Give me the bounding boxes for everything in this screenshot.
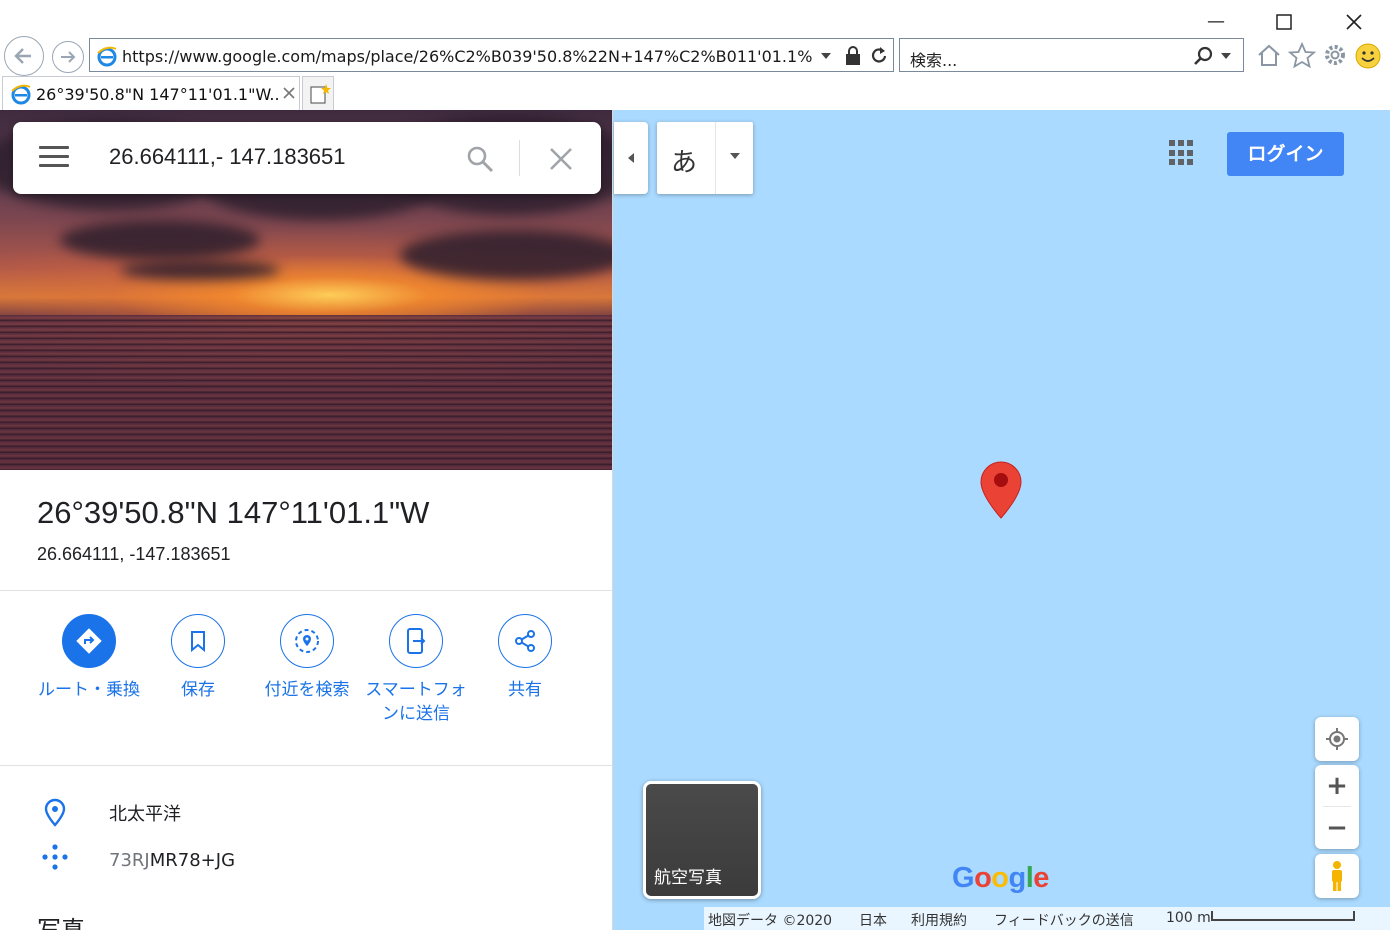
search-query[interactable]: 26.664111,- 147.183651 bbox=[109, 144, 346, 170]
scale-bar[interactable] bbox=[1211, 911, 1355, 921]
address-bar[interactable]: https://www.google.com/maps/place/26%C2%… bbox=[89, 38, 894, 72]
save-label: 保存 bbox=[181, 680, 215, 700]
nearby-button[interactable]: 付近を検索 bbox=[252, 614, 362, 702]
pegman-icon[interactable] bbox=[1315, 854, 1359, 898]
directions-button[interactable]: ルート・乗換 bbox=[34, 614, 144, 702]
address-url: https://www.google.com/maps/place/26%C2%… bbox=[122, 47, 812, 66]
nearby-label: 付近を検索 bbox=[264, 680, 350, 700]
ime-label: あ bbox=[671, 148, 698, 178]
send-to-phone-label: スマートフォンに送信 bbox=[365, 680, 467, 724]
back-button[interactable] bbox=[4, 36, 44, 76]
menu-icon[interactable] bbox=[39, 146, 69, 168]
divider bbox=[0, 590, 612, 591]
ie-icon bbox=[11, 84, 31, 105]
chevron-down-icon[interactable] bbox=[729, 152, 741, 160]
apps-grid-icon[interactable] bbox=[1169, 140, 1195, 166]
satellite-toggle[interactable]: 航空写真 bbox=[643, 781, 761, 899]
zoom-out-button[interactable]: − bbox=[1315, 807, 1359, 849]
directions-icon bbox=[62, 614, 116, 668]
share-icon bbox=[498, 614, 552, 668]
search-icon[interactable] bbox=[1192, 45, 1216, 67]
collapse-panel-button[interactable] bbox=[614, 122, 648, 194]
browser-tab[interactable]: 26°39'50.8"N 147°11'01.1"W... bbox=[2, 76, 300, 110]
plus-code: 73RJMR78+JG bbox=[109, 850, 235, 871]
plus-code-main: MR78+JG bbox=[149, 850, 236, 871]
maximize-icon[interactable] bbox=[1272, 10, 1296, 34]
chevron-down-icon[interactable] bbox=[820, 51, 832, 61]
gear-icon[interactable] bbox=[1322, 42, 1348, 68]
maps-search-box[interactable]: 26.664111,- 147.183651 bbox=[13, 122, 601, 194]
country-label[interactable]: 日本 bbox=[859, 910, 887, 930]
satellite-label: 航空写真 bbox=[654, 868, 722, 888]
tab-title: 26°39'50.8"N 147°11'01.1"W... bbox=[36, 85, 280, 104]
ie-icon bbox=[97, 46, 117, 67]
browser-search-placeholder: 検索... bbox=[910, 51, 958, 70]
nearby-icon bbox=[280, 614, 334, 668]
chevron-left-icon bbox=[628, 153, 634, 163]
place-panel: 26.664111,- 147.183651 26°39'50.8"N 147°… bbox=[0, 110, 613, 930]
share-label: 共有 bbox=[508, 680, 542, 700]
new-tab-button[interactable] bbox=[302, 76, 334, 110]
send-to-phone-button[interactable]: スマートフォンに送信 bbox=[361, 614, 471, 726]
chevron-down-icon[interactable] bbox=[1220, 51, 1232, 61]
zoom-control: + − bbox=[1315, 765, 1359, 849]
place-title: 26°39'50.8"N 147°11'01.1"W bbox=[37, 495, 430, 530]
minimize-icon[interactable]: — bbox=[1204, 10, 1228, 34]
new-tab-icon bbox=[310, 84, 331, 104]
my-location-icon bbox=[1326, 728, 1348, 750]
lock-icon bbox=[846, 46, 860, 65]
input-tools-button[interactable]: あ bbox=[657, 122, 753, 194]
location-pin-icon bbox=[44, 798, 66, 827]
tab-close-icon[interactable] bbox=[283, 87, 295, 99]
browser-search-input[interactable]: 検索... bbox=[899, 38, 1244, 72]
plus-code-row[interactable]: 73RJMR78+JG bbox=[0, 842, 612, 882]
close-icon[interactable] bbox=[1342, 10, 1366, 34]
directions-label: ルート・乗換 bbox=[38, 680, 140, 700]
zoom-in-button[interactable]: + bbox=[1315, 765, 1359, 807]
plus-code-prefix: 73RJ bbox=[109, 850, 150, 871]
smiley-icon[interactable] bbox=[1354, 42, 1382, 70]
searchbar-divider bbox=[519, 140, 520, 176]
map-data-credit[interactable]: 地図データ ©2020 bbox=[708, 910, 832, 930]
back-icon bbox=[14, 48, 31, 64]
forward-button[interactable] bbox=[52, 41, 84, 73]
star-icon[interactable] bbox=[1288, 42, 1316, 68]
map-canvas[interactable]: あ ログイン 航空写真 Google + − 地図データ ©2020 日本 利用… bbox=[613, 110, 1390, 930]
browser-chrome: — https://www.google.com/maps/place/26%C… bbox=[0, 0, 1390, 110]
share-button[interactable]: 共有 bbox=[470, 614, 580, 702]
google-logo: Google bbox=[952, 862, 1049, 894]
clear-search-icon[interactable] bbox=[548, 146, 574, 172]
send-to-phone-icon bbox=[389, 614, 443, 668]
feedback-link[interactable]: フィードバックの送信 bbox=[994, 910, 1134, 930]
search-icon[interactable] bbox=[465, 144, 495, 174]
my-location-button[interactable] bbox=[1315, 717, 1359, 761]
map-footer: 地図データ ©2020 日本 利用規約 フィードバックの送信 100 m bbox=[704, 907, 1390, 930]
forward-icon bbox=[61, 51, 76, 63]
map-pin-icon[interactable] bbox=[979, 460, 1023, 520]
place-decimal-coords: 26.664111, -147.183651 bbox=[37, 544, 231, 564]
save-button[interactable]: 保存 bbox=[143, 614, 253, 702]
photos-heading: 写真 bbox=[37, 916, 85, 930]
terms-link[interactable]: 利用規約 bbox=[911, 910, 967, 930]
plus-code-icon bbox=[42, 844, 68, 870]
scale-label[interactable]: 100 m bbox=[1166, 910, 1211, 926]
place-name-row[interactable]: 北太平洋 bbox=[0, 792, 612, 832]
login-button[interactable]: ログイン bbox=[1227, 132, 1344, 176]
bookmark-icon bbox=[171, 614, 225, 668]
refresh-icon[interactable] bbox=[868, 45, 890, 67]
divider bbox=[0, 765, 612, 766]
place-name: 北太平洋 bbox=[109, 804, 181, 825]
home-icon[interactable] bbox=[1256, 42, 1282, 68]
